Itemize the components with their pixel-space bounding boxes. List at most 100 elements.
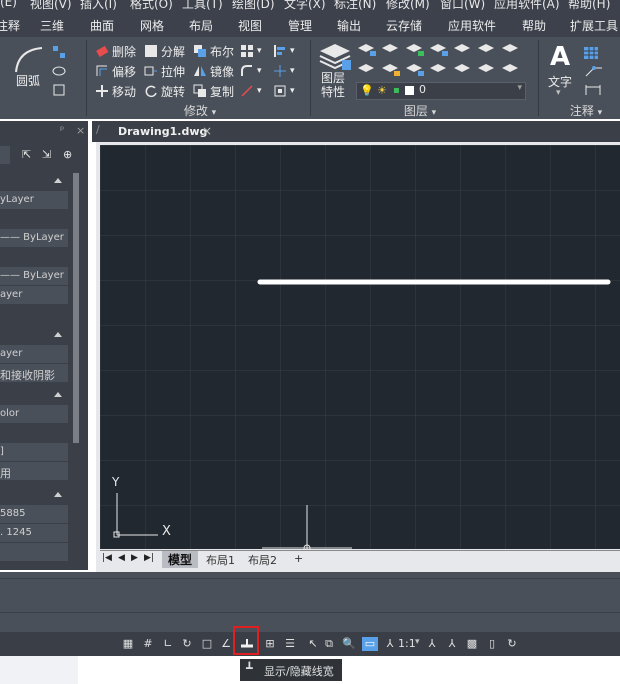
property-row[interactable] bbox=[0, 305, 68, 324]
chevron-down-icon[interactable]: ▾ bbox=[415, 637, 420, 647]
stretch-button[interactable]: 拉伸 bbox=[144, 62, 185, 80]
property-row[interactable]: olor bbox=[0, 405, 68, 424]
menu-item-edit[interactable]: (E) bbox=[0, 0, 17, 9]
ortho-icon[interactable]: ∟ bbox=[161, 637, 175, 651]
region-icon[interactable] bbox=[52, 82, 66, 96]
panel-pin-icon[interactable]: ᵖ bbox=[60, 125, 64, 136]
property-row[interactable]: 5885 bbox=[0, 505, 68, 524]
menu-item-tools[interactable]: 工具(T) bbox=[182, 0, 223, 12]
snap-mode-icon[interactable]: # bbox=[141, 637, 155, 651]
layer-dropdown[interactable]: 💡 ☀ ▪ 0 ▾ bbox=[356, 82, 526, 100]
trim-button[interactable]: ▾ bbox=[273, 62, 295, 80]
property-row[interactable]: —— ByLayer bbox=[0, 229, 68, 248]
property-row[interactable] bbox=[0, 543, 68, 562]
tab-apps[interactable]: 应用软件 bbox=[448, 17, 496, 34]
annotation-scale-icon[interactable]: ⅄ bbox=[383, 637, 397, 651]
property-row[interactable]: 和接收阴影 bbox=[0, 364, 68, 383]
property-row[interactable]: ] bbox=[0, 443, 68, 462]
menu-item-apps[interactable]: 应用软件(A) bbox=[494, 0, 560, 12]
menu-item-modify[interactable]: 修改(M) bbox=[386, 0, 430, 12]
tab-output[interactable]: 输出 bbox=[337, 17, 361, 34]
tab-model[interactable]: 模型 bbox=[162, 551, 199, 568]
first-tab-icon[interactable]: |◀ bbox=[102, 553, 112, 563]
panel-scrollbar[interactable] bbox=[72, 173, 80, 569]
tab-cloud[interactable]: 云存储 bbox=[386, 17, 422, 34]
zoom-icon[interactable]: 🔍 bbox=[342, 637, 356, 651]
menu-item-window[interactable]: 窗口(W) bbox=[440, 0, 485, 12]
visual-section-header[interactable] bbox=[0, 327, 68, 343]
arc-button[interactable] bbox=[10, 44, 46, 74]
snap-tracking-icon[interactable]: ∠ bbox=[219, 637, 233, 651]
menu-item-format[interactable]: 格式(O) bbox=[130, 0, 173, 12]
polar-tracking-icon[interactable]: ↻ bbox=[180, 637, 194, 651]
scale-button[interactable]: ▾ bbox=[240, 82, 262, 100]
delete-button[interactable]: 删除 bbox=[95, 42, 136, 60]
scrollbar-thumb[interactable] bbox=[73, 173, 79, 443]
menu-item-insert[interactable]: 插入(I) bbox=[80, 0, 117, 12]
transparency-icon[interactable]: ⊞ bbox=[263, 637, 277, 651]
layer-isolate-icon[interactable]: ⧉ bbox=[322, 637, 336, 651]
array-button[interactable]: ▾ bbox=[240, 42, 262, 60]
join-button[interactable]: ▾ bbox=[273, 82, 295, 100]
menu-item-dimension[interactable]: 标注(N) bbox=[334, 0, 376, 12]
dimension-icon[interactable] bbox=[584, 82, 604, 96]
property-row[interactable]: . 1245 bbox=[0, 524, 68, 543]
close-icon[interactable]: × bbox=[202, 124, 212, 138]
table-icon[interactable] bbox=[584, 44, 598, 59]
cursor-icon[interactable]: ↖ bbox=[306, 637, 320, 651]
property-row[interactable]: ayer bbox=[0, 345, 68, 364]
tab-view[interactable]: 视图 bbox=[238, 17, 262, 34]
add-layout-tab[interactable]: + bbox=[294, 552, 303, 565]
toggle-pickadd-icon[interactable]: ⊕ bbox=[63, 148, 72, 161]
customization-icon[interactable]: ↻ bbox=[505, 637, 519, 651]
prev-tab-icon[interactable]: ◀ bbox=[118, 553, 125, 563]
plot-section-header[interactable] bbox=[0, 387, 68, 403]
tab-layout[interactable]: 布局 bbox=[189, 17, 213, 34]
tab-extensions[interactable]: 扩展工具 bbox=[570, 17, 618, 34]
property-row[interactable]: 用 bbox=[0, 462, 68, 481]
tab-scroll-left-icon[interactable]: / bbox=[96, 123, 100, 136]
next-tab-icon[interactable]: ▶ bbox=[131, 553, 138, 563]
view-section-header[interactable] bbox=[0, 487, 68, 503]
grid-display-icon[interactable]: ▦ bbox=[121, 637, 135, 651]
property-row[interactable] bbox=[0, 424, 68, 443]
document-tab-drawing1[interactable]: Drawing1.dwg × bbox=[106, 123, 214, 141]
tab-layout2[interactable]: 布局2 bbox=[248, 552, 277, 568]
annotation-visibility-icon[interactable]: ⅄ bbox=[425, 637, 439, 651]
tab-3d[interactable]: 三维 bbox=[40, 17, 64, 34]
quick-select-icon[interactable]: ⇲ bbox=[42, 148, 51, 161]
boolean-button[interactable]: 布尔 bbox=[193, 42, 234, 60]
menu-item-text[interactable]: 文字(X) bbox=[284, 0, 326, 12]
mirror-button[interactable]: 镜像 bbox=[193, 62, 234, 80]
menu-item-help[interactable]: 帮助(H) bbox=[568, 0, 610, 12]
auto-scale-icon[interactable]: ⅄ bbox=[445, 637, 459, 651]
property-row[interactable]: —— ByLayer bbox=[0, 267, 68, 286]
last-tab-icon[interactable]: ▶| bbox=[144, 553, 154, 563]
general-section-header[interactable] bbox=[0, 173, 68, 189]
tab-surface[interactable]: 曲面 bbox=[90, 17, 114, 34]
object-type-dropdown[interactable] bbox=[0, 146, 10, 164]
selection-cycling-icon[interactable]: ☰ bbox=[283, 637, 297, 651]
select-objects-icon[interactable]: ⇱ bbox=[22, 148, 31, 161]
drawing-canvas[interactable]: Y X bbox=[100, 145, 620, 549]
menu-item-view[interactable]: 视图(V) bbox=[30, 0, 72, 12]
copy-button[interactable]: 复制 bbox=[193, 82, 234, 100]
tab-mesh[interactable]: 网格 bbox=[140, 17, 164, 34]
offset-button[interactable]: 偏移 bbox=[95, 62, 136, 80]
clean-screen-icon[interactable]: ▯ bbox=[485, 637, 499, 651]
fillet-button[interactable]: ▾ bbox=[240, 62, 262, 80]
tab-manage[interactable]: 管理 bbox=[288, 17, 312, 34]
move-button[interactable]: 移动 bbox=[95, 82, 136, 100]
object-snap-icon[interactable]: □ bbox=[200, 637, 214, 651]
rotate-button[interactable]: 旋转 bbox=[144, 82, 185, 100]
tab-help[interactable]: 帮助 bbox=[522, 17, 546, 34]
close-icon[interactable]: × bbox=[76, 124, 85, 137]
property-row[interactable]: ayer bbox=[0, 286, 68, 305]
hardware-accel-icon[interactable]: ▩ bbox=[465, 637, 479, 651]
layer-tools-icons[interactable] bbox=[356, 42, 526, 78]
menu-item-draw[interactable]: 绘图(D) bbox=[232, 0, 275, 12]
command-line-area[interactable] bbox=[0, 572, 620, 632]
annotation-scale-value[interactable]: 1:1 bbox=[398, 637, 416, 650]
explode-button[interactable]: 分解 bbox=[144, 42, 185, 60]
leader-icon[interactable] bbox=[584, 63, 604, 77]
